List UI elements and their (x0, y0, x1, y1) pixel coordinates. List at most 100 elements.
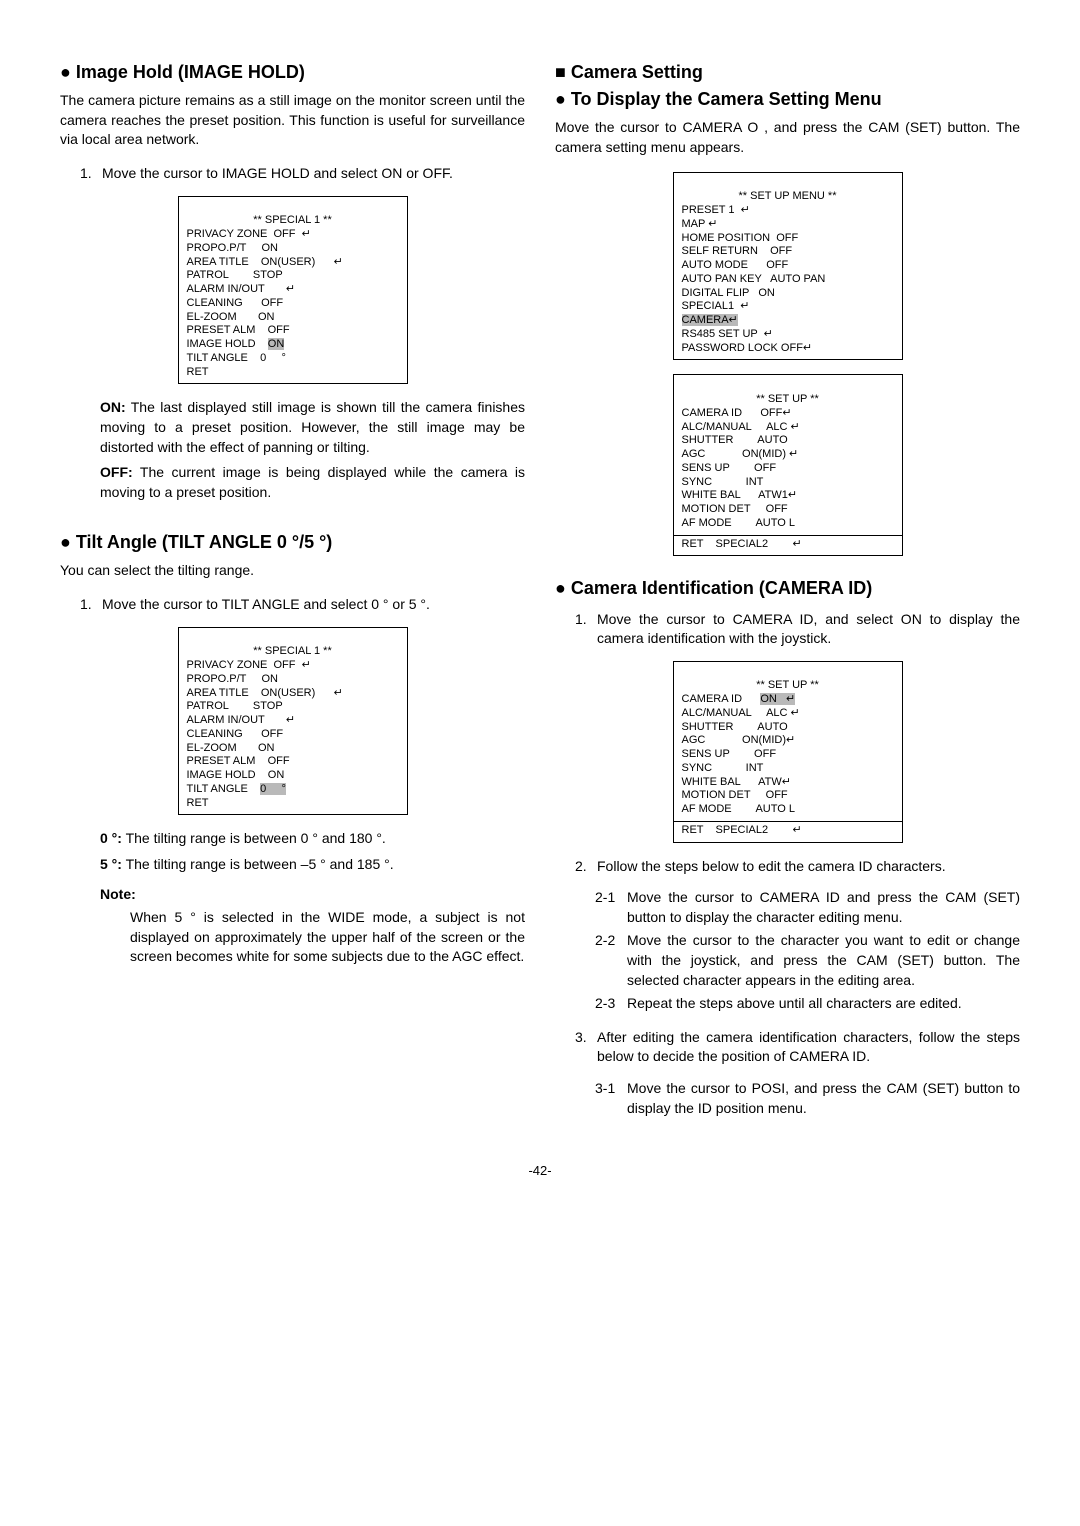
substep-2-1: 2-1Move the cursor to CAMERA ID and pres… (595, 888, 1020, 927)
menu-highlight: CAMERA↵ (682, 314, 738, 326)
step-text: Move the cursor to TILT ANGLE and select… (102, 595, 525, 615)
setup-menu: ** SET UP MENU **PRESET 1 ↵ MAP ↵ HOME P… (673, 172, 903, 361)
left-column: Image Hold (IMAGE HOLD) The camera pictu… (60, 60, 525, 1122)
menu-line: SHUTTER AUTO (682, 434, 788, 446)
image-hold-on-explanation: ON: The last displayed still image is sh… (100, 398, 525, 457)
menu-line: SELF RETURN OFF (682, 245, 793, 257)
menu-line: SHUTTER AUTO (682, 721, 788, 733)
menu-footer: RET SPECIAL2 ↵ (682, 824, 802, 836)
menu-line: AUTO PAN KEY AUTO PAN (682, 273, 826, 285)
menu-line: ALC/MANUAL ALC ↵ (682, 707, 800, 719)
menu-line: CLEANING OFF (187, 728, 284, 740)
menu-line: SPECIAL1 ↵ (682, 300, 750, 312)
camera-id-step1: 1. Move the cursor to CAMERA ID, and sel… (575, 610, 1020, 649)
menu-line: PROPO.P/T ON (187, 242, 278, 254)
menu-line: EL-ZOOM ON (187, 311, 275, 323)
menu-line: PRIVACY ZONE OFF ↵ (187, 659, 311, 671)
tilt-5-explanation: 5 °: The tilting range is between –5 ° a… (100, 855, 525, 875)
menu-line: SENS UP OFF (682, 748, 777, 760)
five-label: 5 °: (100, 856, 122, 872)
zero-label: 0 °: (100, 830, 122, 846)
heading-camera-id: Camera Identification (CAMERA ID) (555, 576, 1020, 601)
image-hold-off-explanation: OFF: The current image is being displaye… (100, 463, 525, 502)
step-number: 1. (80, 164, 102, 184)
menu-line: MAP ↵ (682, 218, 718, 230)
menu-line: DIGITAL FLIP ON (682, 287, 775, 299)
menu-title: ** SET UP ** (682, 679, 894, 693)
right-column: Camera Setting To Display the Camera Set… (555, 60, 1020, 1122)
tilt-0-explanation: 0 °: The tilting range is between 0 ° an… (100, 829, 525, 849)
menu-line: SYNC INT (682, 476, 764, 488)
camera-id-step2: 2. Follow the steps below to edit the ca… (575, 857, 1020, 877)
menu-line: MOTION DET OFF (682, 503, 788, 515)
on-text: The last displayed still image is shown … (100, 399, 525, 454)
menu-title: ** SPECIAL 1 ** (187, 214, 399, 228)
menu-title: ** SET UP ** (682, 393, 894, 407)
menu-line: MOTION DET OFF (682, 789, 788, 801)
note-body: When 5 ° is selected in the WIDE mode, a… (130, 908, 525, 967)
menu-line: TILT ANGLE 0 ° (187, 352, 286, 364)
menu-line: TILT ANGLE (187, 783, 261, 795)
menu-line: WHITE BAL ATW1↵ (682, 489, 798, 501)
step-number: 1. (80, 595, 102, 615)
menu-line: PRIVACY ZONE OFF ↵ (187, 228, 311, 240)
tilt-angle-step1: 1. Move the cursor to TILT ANGLE and sel… (80, 595, 525, 615)
menu-line: RET (187, 797, 209, 809)
menu-line: EL-ZOOM ON (187, 742, 275, 754)
menu-highlight: 0 ° (260, 783, 286, 795)
step-text: Follow the steps below to edit the camer… (597, 857, 1020, 877)
menu-line: WHITE BAL ATW↵ (682, 776, 791, 788)
menu-line: AUTO MODE OFF (682, 259, 789, 271)
substep-2-3: 2-3Repeat the steps above until all char… (595, 994, 1020, 1014)
menu-line: ALARM IN/OUT ↵ (187, 714, 296, 726)
menu-line: PATROL STOP (187, 700, 283, 712)
menu-line: RS485 SET UP ↵ (682, 328, 773, 340)
menu-line: IMAGE HOLD ON (187, 769, 285, 781)
special1-menu-tiltangle: ** SPECIAL 1 **PRIVACY ZONE OFF ↵ PROPO.… (178, 627, 408, 816)
substep-text: Move the cursor to the character you wan… (627, 931, 1020, 990)
setup-submenu: ** SET UP **CAMERA ID OFF↵ ALC/MANUAL AL… (673, 374, 903, 556)
menu-line: SENS UP OFF (682, 462, 777, 474)
substep-number: 2-2 (595, 931, 627, 990)
substep-text: Move the cursor to POSI, and press the C… (627, 1079, 1020, 1118)
image-hold-intro: The camera picture remains as a still im… (60, 91, 525, 150)
tilt-angle-intro: You can select the tilting range. (60, 561, 525, 581)
menu-line: PATROL STOP (187, 269, 283, 281)
heading-tilt-angle: Tilt Angle (TILT ANGLE 0 °/5 °) (60, 530, 525, 555)
zero-text: The tilting range is between 0 ° and 180… (122, 830, 386, 846)
camera-setting-intro: Move the cursor to CAMERA O , and press … (555, 118, 1020, 157)
menu-footer: RET SPECIAL2 ↵ (682, 538, 802, 550)
menu-line: AF MODE AUTO L (682, 517, 796, 529)
menu-line: CAMERA ID (682, 693, 761, 705)
note-heading: Note: (100, 885, 525, 905)
camera-id-step3: 3. After editing the camera identificati… (575, 1028, 1020, 1067)
substep-number: 3-1 (595, 1079, 627, 1118)
on-label: ON: (100, 399, 126, 415)
menu-line: PRESET 1 ↵ (682, 204, 750, 216)
special1-menu-imagehold: ** SPECIAL 1 **PRIVACY ZONE OFF ↵ PROPO.… (178, 196, 408, 385)
heading-image-hold: Image Hold (IMAGE HOLD) (60, 60, 525, 85)
menu-line: AGC ON(MID)↵ (682, 734, 796, 746)
menu-separator (674, 535, 902, 536)
substep-number: 2-1 (595, 888, 627, 927)
menu-line: AF MODE AUTO L (682, 803, 796, 815)
menu-line: PRESET ALM OFF (187, 324, 290, 336)
menu-line: CLEANING OFF (187, 297, 284, 309)
menu-highlight: ON (268, 338, 285, 350)
menu-highlight: ON ↵ (760, 693, 795, 705)
heading-display-camera-menu: To Display the Camera Setting Menu (555, 87, 1020, 112)
setup-submenu-cameraid: ** SET UP **CAMERA ID ON ↵ ALC/MANUAL AL… (673, 661, 903, 843)
menu-line: RET (187, 366, 209, 378)
substep-text: Repeat the steps above until all charact… (627, 994, 1020, 1014)
step-text: Move the cursor to CAMERA ID, and select… (597, 610, 1020, 649)
menu-line: PROPO.P/T ON (187, 673, 278, 685)
menu-line: IMAGE HOLD (187, 338, 268, 350)
substep-number: 2-3 (595, 994, 627, 1014)
page-number: -42- (60, 1162, 1020, 1180)
substep-2-2: 2-2Move the cursor to the character you … (595, 931, 1020, 990)
five-text: The tilting range is between –5 ° and 18… (122, 856, 394, 872)
step-text: Move the cursor to IMAGE HOLD and select… (102, 164, 525, 184)
step-number: 3. (575, 1028, 597, 1067)
off-text: The current image is being displayed whi… (100, 464, 525, 500)
menu-line: CAMERA ID OFF↵ (682, 407, 792, 419)
